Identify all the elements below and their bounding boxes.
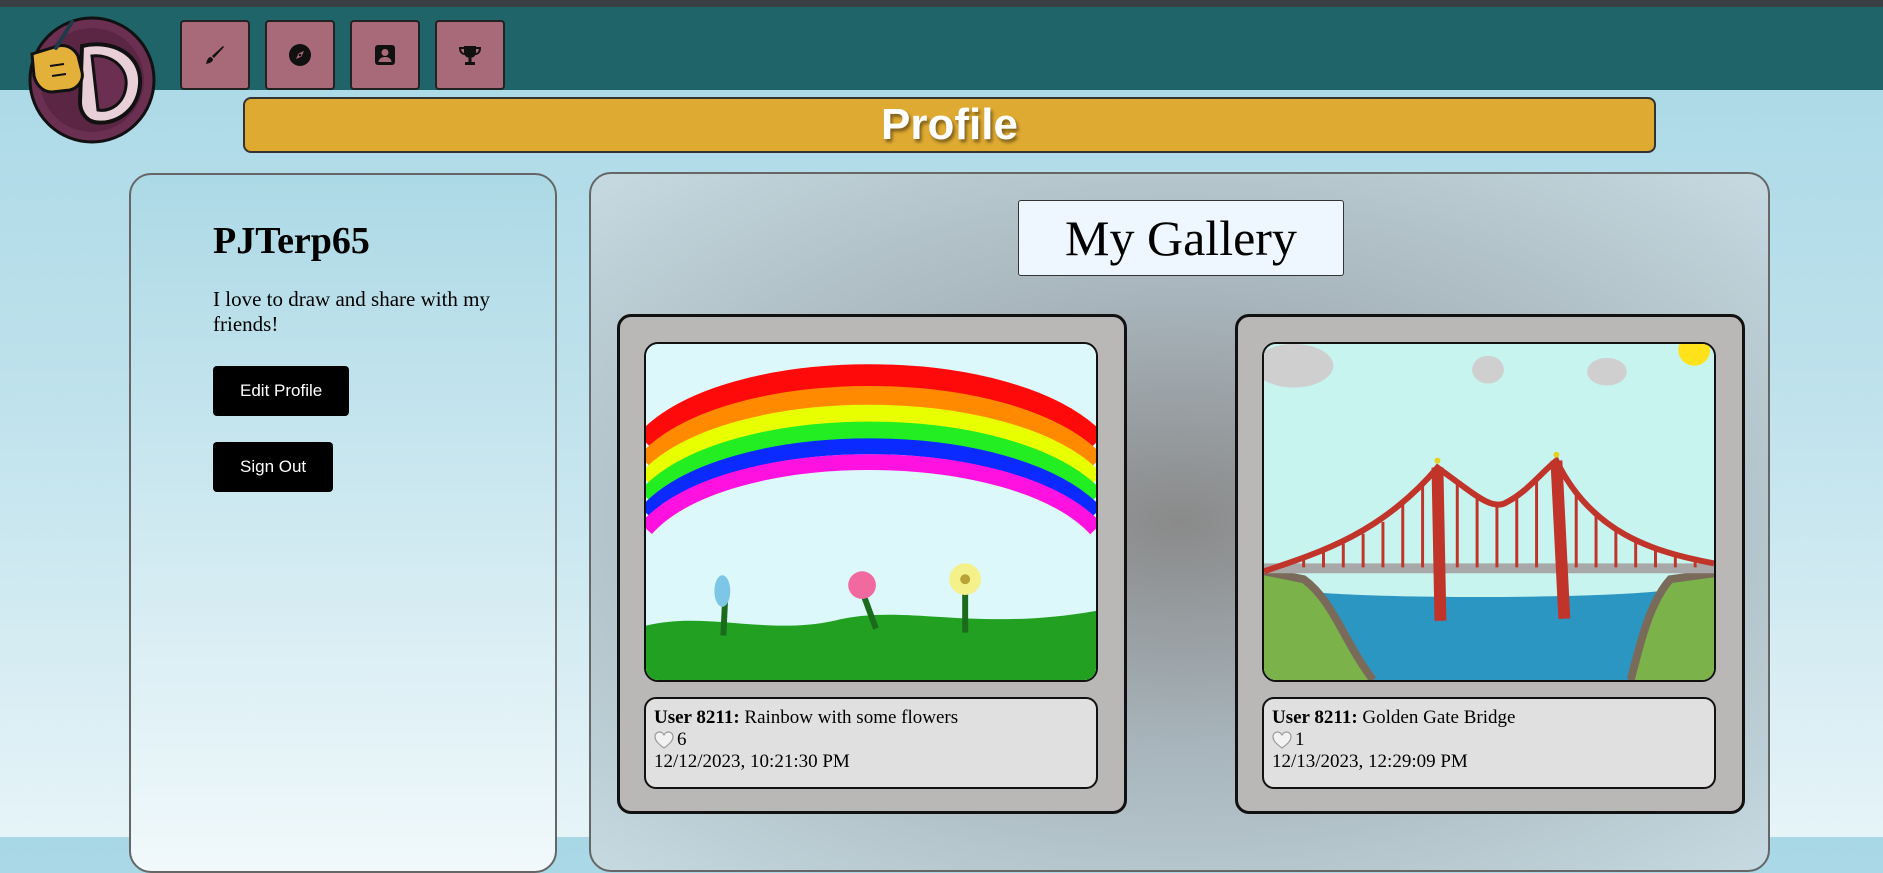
trophy-icon <box>458 46 482 65</box>
heart-icon[interactable] <box>654 731 674 749</box>
post-info: User 8211: Rainbow with some flowers 6 1… <box>644 697 1098 789</box>
gallery-title: My Gallery <box>1018 200 1344 276</box>
gallery-card[interactable]: User 8211: Rainbow with some flowers 6 1… <box>617 314 1127 814</box>
post-caption-line: User 8211: Golden Gate Bridge <box>1272 707 1706 729</box>
nav-profile-button[interactable] <box>350 20 420 90</box>
drawing-image-bridge[interactable] <box>1262 342 1716 682</box>
profile-sidebar: PJTerp65 I love to draw and share with m… <box>129 173 557 873</box>
compass-icon <box>289 44 311 66</box>
profile-username: PJTerp65 <box>213 220 370 262</box>
post-likes: 1 <box>1272 729 1706 751</box>
post-timestamp: 12/12/2023, 10:21:30 PM <box>654 751 850 772</box>
nav-leaderboard-button[interactable] <box>435 20 505 90</box>
page-title-banner: Profile <box>243 97 1656 153</box>
post-likes: 6 <box>654 729 1088 751</box>
edit-profile-button[interactable]: Edit Profile <box>213 366 350 416</box>
post-caption: Rainbow with some flowers <box>744 707 959 728</box>
heart-icon[interactable] <box>1272 731 1292 749</box>
sign-out-button[interactable]: Sign Out <box>213 442 334 492</box>
page-title: Profile <box>881 100 1018 149</box>
post-like-count: 6 <box>677 729 687 750</box>
brush-icon <box>206 46 224 64</box>
post-timestamp: 12/13/2023, 12:29:09 PM <box>1272 751 1468 772</box>
profile-bio: I love to draw and share with my friends… <box>213 287 491 336</box>
window-top-edge <box>0 0 1883 7</box>
bridge-drawing <box>1264 344 1714 680</box>
top-navigation-bar <box>0 7 1883 90</box>
post-author: User 8211: <box>1272 707 1358 728</box>
profile-card-icon <box>375 45 395 65</box>
nav-explore-button[interactable] <box>265 20 335 90</box>
post-author: User 8211: <box>654 707 740 728</box>
app-logo[interactable] <box>12 14 162 144</box>
post-like-count: 1 <box>1295 729 1305 750</box>
gallery-panel: My Gallery User 8211: Rainbow with some … <box>589 172 1770 872</box>
post-caption-line: User 8211: Rainbow with some flowers <box>654 707 1088 729</box>
rainbow-drawing <box>646 344 1096 680</box>
drawing-image-rainbow[interactable] <box>644 342 1098 682</box>
post-info: User 8211: Golden Gate Bridge 1 12/13/20… <box>1262 697 1716 789</box>
post-caption: Golden Gate Bridge <box>1362 707 1516 728</box>
gallery-card[interactable]: User 8211: Golden Gate Bridge 1 12/13/20… <box>1235 314 1745 814</box>
nav-draw-button[interactable] <box>180 20 250 90</box>
